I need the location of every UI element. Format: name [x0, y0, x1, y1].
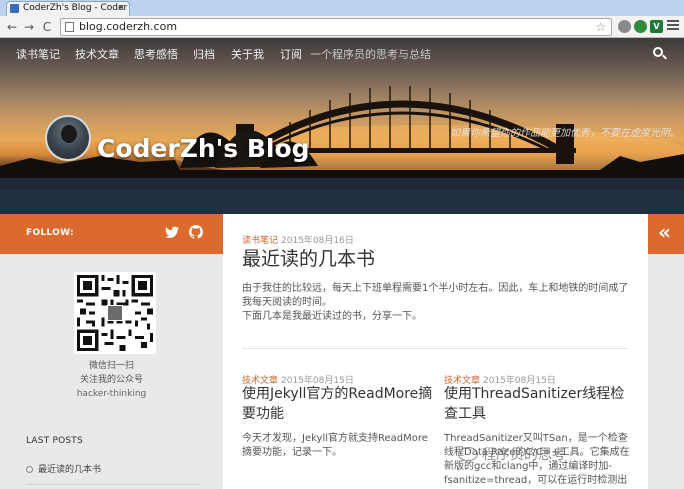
- nav-subscribe[interactable]: 订阅: [280, 46, 302, 62]
- sidebar: FOLLOW: 微信扫一扫 关注我的公众号 hacker-thinking LA…: [0, 214, 223, 489]
- extension-icon-2[interactable]: [634, 20, 647, 33]
- header-banner: 读书笔记 技术文章 思考感悟 归档 关于我 订阅 一个程序员的思考与总结 Cod…: [0, 38, 684, 214]
- chrome-menu-icon[interactable]: [667, 20, 679, 32]
- post-divider: [242, 348, 628, 349]
- featured-post-title[interactable]: 最近读的几本书: [242, 244, 375, 271]
- wechat-line-2: 关注我的公众号: [79, 375, 143, 385]
- right-post-title[interactable]: 使用ThreadSanitizer线程检查工具: [444, 384, 634, 424]
- browser-tab[interactable]: CoderZh's Blog - Coder ×: [6, 1, 130, 16]
- last-post-link[interactable]: 最近读的几本书: [26, 462, 101, 475]
- last-post-title: 最近读的几本书: [38, 465, 102, 475]
- follow-bar: FOLLOW:: [0, 214, 223, 254]
- collapse-sidebar-button[interactable]: «: [648, 214, 684, 254]
- page-icon: [65, 22, 74, 32]
- browser-toolbar: ← → C blog.coderzh.com ☆ V: [0, 16, 684, 38]
- featured-excerpt-line-2: 下面几本是我最近读过的书，分享一下。: [242, 311, 422, 322]
- extension-v-icon[interactable]: V: [650, 20, 663, 33]
- featured-post-excerpt: 由于我住的比较远，每天上下班单程需要1个半小时左右。因此，车上和地铁的时间成了我…: [242, 282, 634, 324]
- search-icon[interactable]: [653, 47, 663, 57]
- wechat-logo-icon: [458, 447, 478, 461]
- address-bar[interactable]: blog.coderzh.com ☆: [60, 18, 612, 36]
- sidebar-divider: [26, 484, 201, 485]
- nav-about[interactable]: 关于我: [231, 46, 264, 62]
- site-tagline: 一个程序员的思考与总结: [310, 48, 431, 61]
- featured-excerpt-line-1: 由于我住的比较远，每天上下班单程需要1个半小时左右。因此，车上和地铁的时间成了我…: [242, 283, 629, 308]
- twitter-icon[interactable]: [165, 226, 179, 239]
- watermark: 程序员的思考: [458, 444, 684, 468]
- wechat-caption: 微信扫一扫 关注我的公众号: [0, 359, 223, 387]
- extension-icon-1[interactable]: [618, 20, 631, 33]
- nav-thoughts[interactable]: 思考感悟: [134, 46, 178, 62]
- left-post-excerpt: 今天才发现，Jekyll官方就支持ReadMore摘要功能，记录一下。: [242, 433, 428, 458]
- nav-archive[interactable]: 归档: [193, 46, 215, 62]
- left-post-title[interactable]: 使用Jekyll官方的ReadMore摘要功能: [242, 384, 438, 424]
- watermark-text: 程序员的思考: [482, 447, 566, 463]
- tab-title: CoderZh's Blog - Coder: [23, 3, 128, 13]
- github-icon[interactable]: [189, 225, 203, 239]
- double-chevron-left-icon: «: [658, 220, 671, 244]
- tab-close-icon[interactable]: ×: [117, 2, 125, 15]
- top-navigation: 读书笔记 技术文章 思考感悟 归档 关于我 订阅 一个程序员的思考与总结: [0, 38, 684, 70]
- forward-button[interactable]: →: [21, 19, 37, 35]
- qr-code: [74, 272, 156, 354]
- nav-reading-notes[interactable]: 读书笔记: [16, 46, 60, 62]
- blog-title[interactable]: CoderZh's Blog: [97, 134, 310, 163]
- wechat-id: hacker-thinking: [76, 389, 147, 399]
- browser-chrome: CoderZh's Blog - Coder × ← → C blog.code…: [0, 0, 684, 38]
- last-posts-heading: LAST POSTS: [26, 436, 83, 446]
- tab-bar: CoderZh's Blog - Coder ×: [0, 0, 684, 16]
- favicon-icon: [10, 4, 19, 13]
- back-button[interactable]: ←: [4, 19, 20, 35]
- reload-button[interactable]: C: [39, 19, 55, 35]
- wechat-line-1: 微信扫一扫: [88, 361, 134, 371]
- follow-label: FOLLOW:: [26, 228, 74, 238]
- nav-tech-articles[interactable]: 技术文章: [75, 46, 119, 62]
- url-text: blog.coderzh.com: [79, 20, 178, 33]
- bookmark-star-icon[interactable]: ☆: [595, 19, 606, 35]
- bullet-icon: [26, 466, 33, 473]
- avatar: [45, 115, 91, 161]
- blog-subtitle: 如果你希望你的作品能更加优秀，不要在虚度光阴。: [450, 128, 680, 139]
